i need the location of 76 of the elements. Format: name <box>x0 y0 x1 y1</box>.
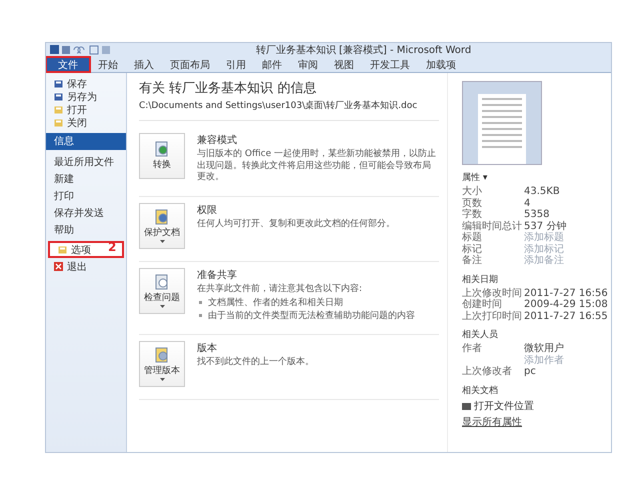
property-label: 上次修改时间 <box>462 288 523 298</box>
ribbon-tab[interactable]: 邮件 <box>254 57 290 72</box>
section-description: 在共享此文件前，请注意其包含以下内容: <box>197 284 364 296</box>
close-icon <box>54 262 63 271</box>
section-heading: 版本 <box>197 342 218 355</box>
property-value: 2011-7-27 16:55 <box>524 310 608 322</box>
properties-heading[interactable]: 属性 ▾ <box>462 171 611 184</box>
menu-item[interactable]: 关闭 <box>46 116 126 129</box>
file-path: C:\Documents and Settings\user103\桌面\转厂业务基本知识.doc <box>139 99 439 121</box>
folder-icon <box>54 118 63 127</box>
property-value: pc <box>524 366 536 378</box>
property-value: 4 <box>524 198 530 209</box>
ribbon-tab[interactable]: 文件 <box>46 57 90 72</box>
section-heading: 相关文档 <box>462 384 499 396</box>
action-button[interactable]: 管理版本 <box>139 340 185 387</box>
section-heading: 准备共享 <box>197 268 238 282</box>
bullet-icon <box>199 300 202 304</box>
folder-icon <box>54 105 63 114</box>
menu-item[interactable]: 退出 <box>46 260 126 273</box>
bullet-text: 由于当前的文件类型而无法检查辅助功能问题的内容 <box>208 310 415 322</box>
property-value: 5358 <box>524 209 550 220</box>
ribbon-tab[interactable]: 开始 <box>90 57 126 72</box>
property-label: 作者 <box>462 343 482 354</box>
action-button[interactable]: 转换 <box>139 133 185 179</box>
menu-item[interactable]: 新建 <box>46 171 126 188</box>
property-value: 2009-4-29 15:08 <box>524 299 608 310</box>
property-label: 标题 <box>462 232 483 244</box>
open-location-link[interactable]: 打开文件位置 <box>462 398 611 412</box>
property-value: 微软用户 <box>524 343 564 354</box>
section-heading: 权限 <box>197 204 218 218</box>
property-label: 标记 <box>462 244 483 254</box>
caret-icon <box>160 240 164 244</box>
property-label: 上次修改者 <box>462 366 512 377</box>
bullet-text: 文档属性、作者的姓名和相关日期 <box>208 296 343 309</box>
menu-item[interactable]: 保存 <box>46 77 126 90</box>
menu-item[interactable]: 最近所用文件 <box>46 154 126 171</box>
ribbon-tab[interactable]: 加载项 <box>418 57 464 72</box>
action-button[interactable]: 检查问题 <box>139 268 185 314</box>
caret-icon <box>160 305 164 308</box>
property-value: 2011-7-27 16:56 <box>524 288 608 299</box>
section-description: 找不到此文件的上一个版本。 <box>197 356 315 368</box>
bullet-icon <box>199 314 202 317</box>
folder-icon <box>462 402 471 410</box>
action-button[interactable]: 保护文档 <box>139 203 185 250</box>
property-label: 页数 <box>462 198 483 208</box>
ribbon-tab[interactable]: 审阅 <box>290 57 326 72</box>
menu-item[interactable]: 帮助 <box>46 222 126 239</box>
menu-item[interactable]: 保存并发送 <box>46 205 126 222</box>
save-icon <box>54 79 63 88</box>
property-label: 备注 <box>462 255 483 266</box>
menu-item[interactable]: 打印 <box>46 188 126 205</box>
property-label: 上次打印时间 <box>462 310 523 322</box>
property-value: 43.5KB <box>524 186 560 198</box>
window-title: 转厂业务基本知识 [兼容模式] - Microsoft Word <box>254 44 472 57</box>
property-label: 大小 <box>462 186 483 198</box>
section-description: 与旧版本的 Office 一起使用时，某些新功能被禁用，以防止出现问题。转换此文件将启用这些功能，但可能会导致布局更改。 <box>197 149 437 184</box>
menu-item[interactable]: 打开 <box>46 103 126 116</box>
ribbon-tab[interactable]: 页面布局 <box>162 57 218 72</box>
ribbon-tab[interactable]: 开发工具 <box>362 57 418 72</box>
ribbon-tab[interactable]: 引用 <box>218 57 254 72</box>
section-heading: 相关人员 <box>462 328 499 341</box>
section-heading: 兼容模式 <box>197 134 238 147</box>
section-description: 任何人均可打开、复制和更改此文档的任何部分。 <box>197 219 396 231</box>
show-all-link[interactable]: 显示所有属性 <box>462 414 611 428</box>
caret-icon <box>160 378 164 381</box>
menu-item[interactable]: 另存为 <box>46 90 126 103</box>
property-label: 字数 <box>462 209 483 220</box>
section-heading: 相关日期 <box>462 274 499 286</box>
save-as-icon <box>54 92 63 101</box>
info-title: 有关 转厂业务基本知识 的信息 <box>139 80 318 97</box>
ribbon-tab[interactable]: 插入 <box>126 57 162 72</box>
property-label: 编辑时间总计 <box>462 220 523 232</box>
ribbon-tab[interactable]: 视图 <box>326 57 362 72</box>
menu-item[interactable]: 信息 <box>46 133 126 150</box>
property-label: 创建时间 <box>462 299 503 310</box>
property-value: 537 分钟 <box>524 220 566 232</box>
